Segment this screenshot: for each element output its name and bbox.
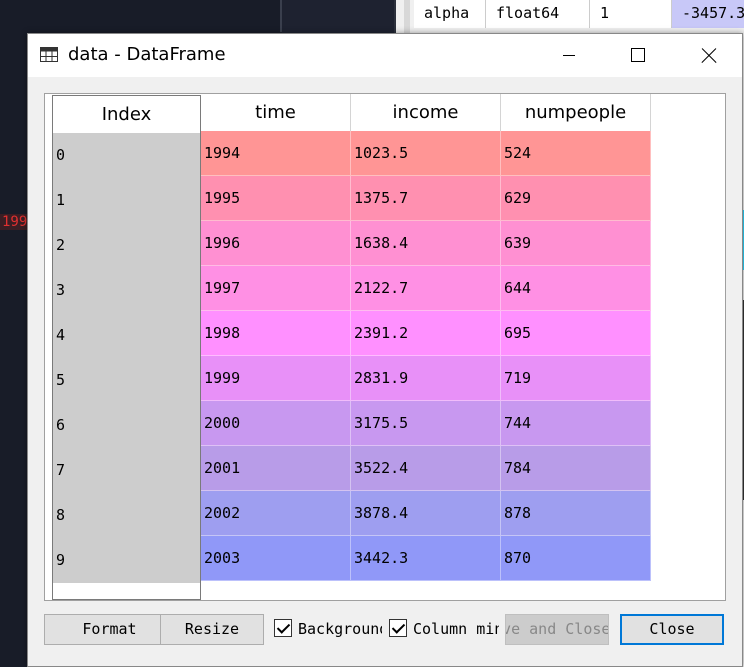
table-cell-income[interactable]: 2122.7 — [351, 266, 501, 311]
table-cell-numpeople[interactable]: 524 — [501, 131, 651, 176]
format-button[interactable]: Format — [44, 614, 175, 645]
table-cell-income[interactable]: 3878.4 — [351, 491, 501, 536]
table-cell-numpeople[interactable]: 695 — [501, 311, 651, 356]
table-cell-income[interactable]: 1638.4 — [351, 221, 501, 266]
table-cell-time[interactable]: 1995 — [201, 176, 351, 221]
table-cell-income[interactable]: 2831.9 — [351, 356, 501, 401]
table-cell-numpeople[interactable]: 744 — [501, 401, 651, 446]
index-cell[interactable]: 8 — [53, 493, 200, 538]
dataframe-table[interactable]: Index 0123456789 time income numpeople 1… — [44, 93, 726, 601]
table-grid-icon — [40, 47, 58, 62]
table-cell-time[interactable]: 2000 — [201, 401, 351, 446]
table-cell-numpeople[interactable]: 639 — [501, 221, 651, 266]
panel-divider — [280, 0, 282, 32]
resize-button[interactable]: Resize — [160, 614, 264, 645]
index-cell[interactable]: 0 — [53, 133, 200, 178]
index-cell[interactable]: 4 — [53, 313, 200, 358]
window-title: data - DataFrame — [68, 44, 226, 65]
variable-type: float64 — [486, 0, 590, 28]
index-cell[interactable]: 1 — [53, 178, 200, 223]
column-header-time[interactable]: time — [201, 94, 351, 131]
column-minmax-label: Column min/max — [413, 620, 499, 638]
background-color-checkbox[interactable]: Background color — [274, 617, 382, 641]
close-button[interactable]: Close — [620, 614, 724, 645]
column-header-numpeople[interactable]: numpeople — [501, 94, 651, 131]
checkbox-checked-icon — [274, 619, 292, 637]
table-cell-income[interactable]: 3522.4 — [351, 446, 501, 491]
background-red-text: 199 — [0, 214, 30, 230]
table-cell-time[interactable]: 1996 — [201, 221, 351, 266]
table-cell-income[interactable]: 2391.2 — [351, 311, 501, 356]
table-cell-income[interactable]: 3175.5 — [351, 401, 501, 446]
index-cell[interactable]: 2 — [53, 223, 200, 268]
table-cell-numpeople[interactable]: 870 — [501, 536, 651, 581]
table-cell-numpeople[interactable]: 629 — [501, 176, 651, 221]
column-header-income[interactable]: income — [351, 94, 501, 131]
index-cell[interactable]: 5 — [53, 358, 200, 403]
table-cell-time[interactable]: 1999 — [201, 356, 351, 401]
table-cell-numpeople[interactable]: 878 — [501, 491, 651, 536]
table-cell-time[interactable]: 1997 — [201, 266, 351, 311]
table-cell-numpeople[interactable]: 719 — [501, 356, 651, 401]
close-window-button[interactable] — [673, 34, 743, 77]
table-cell-time[interactable]: 1998 — [201, 311, 351, 356]
table-cell-income[interactable]: 1023.5 — [351, 131, 501, 176]
index-column: Index 0123456789 — [52, 95, 201, 600]
save-and-close-label: Save and Close — [506, 620, 609, 638]
index-cell[interactable]: 9 — [53, 538, 200, 583]
variable-row-alpha[interactable]: alpha float64 1 -3457.3 — [414, 0, 744, 28]
table-cell-income[interactable]: 3442.3 — [351, 536, 501, 581]
table-cell-income[interactable]: 1375.7 — [351, 176, 501, 221]
save-and-close-button[interactable]: Save and Close — [505, 614, 609, 645]
column-minmax-checkbox[interactable]: Column min/max — [389, 617, 499, 641]
background-color-label: Background color — [298, 620, 382, 638]
table-cell-numpeople[interactable]: 784 — [501, 446, 651, 491]
table-cell-time[interactable]: 1994 — [201, 131, 351, 176]
table-cell-time[interactable]: 2003 — [201, 536, 351, 581]
index-cell[interactable]: 7 — [53, 448, 200, 493]
checkbox-checked-icon — [389, 619, 407, 637]
dataframe-window: data - DataFrame Index 0123456789 time i… — [27, 33, 743, 667]
variable-name: alpha — [414, 0, 486, 28]
index-cell[interactable]: 6 — [53, 403, 200, 448]
minimize-button[interactable] — [533, 34, 603, 77]
variable-value: -3457.3 — [672, 0, 744, 28]
variable-size: 1 — [590, 0, 672, 28]
maximize-button[interactable] — [603, 34, 673, 77]
index-header[interactable]: Index — [53, 96, 200, 133]
index-cell[interactable]: 3 — [53, 268, 200, 313]
table-cell-time[interactable]: 2002 — [201, 491, 351, 536]
title-bar[interactable]: data - DataFrame — [28, 34, 742, 77]
table-cell-time[interactable]: 2001 — [201, 446, 351, 491]
table-cell-numpeople[interactable]: 644 — [501, 266, 651, 311]
